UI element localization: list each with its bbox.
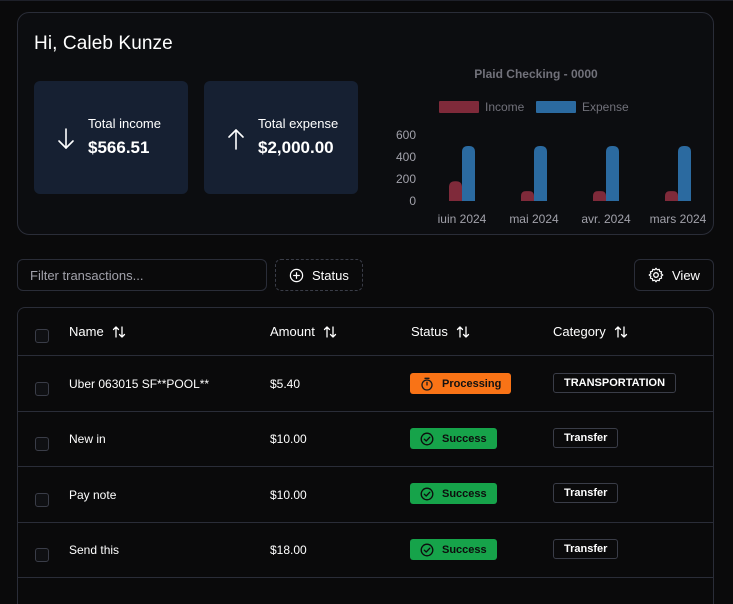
column-header-name[interactable]: Name xyxy=(69,324,126,339)
timer-icon xyxy=(421,377,433,391)
row-checkbox[interactable] xyxy=(35,548,49,562)
total-expense-label: Total expense xyxy=(258,116,339,131)
row-checkbox[interactable] xyxy=(35,437,49,451)
income-bar xyxy=(521,191,534,201)
status-badge-label: Success xyxy=(442,432,487,445)
x-tick-label: avr. 2024 xyxy=(581,212,631,223)
transaction-name: Send this xyxy=(69,543,120,557)
view-options-button[interactable]: View xyxy=(634,259,714,291)
table-row[interactable]: Uber 063015 SF**POOL** $5.40 Processing … xyxy=(18,356,713,412)
transaction-name: Uber 063015 SF**POOL** xyxy=(69,377,210,391)
table-row[interactable]: Pay note $10.00 Success Transfer xyxy=(18,467,713,523)
transaction-name: New in xyxy=(69,432,106,446)
status-filter-button[interactable]: Status xyxy=(275,259,363,291)
status-badge: Processing xyxy=(410,373,512,394)
sort-icon xyxy=(456,325,470,338)
transactions-table: Name Amount Status Category Uber 063015 … xyxy=(17,307,714,604)
income-expense-chart: Plaid Checking - 0000 Income Expense 0 20… xyxy=(396,67,706,223)
page-top-edge xyxy=(0,0,733,1)
x-tick-label: juin 2024 xyxy=(437,212,487,223)
x-tick-label: mars 2024 xyxy=(650,212,706,223)
transaction-amount: $18.00 xyxy=(270,543,307,557)
category-tag: TRANSPORTATION xyxy=(553,373,677,393)
legend-swatch-expense xyxy=(536,101,576,113)
status-badge: Success xyxy=(410,428,497,449)
check-circle-icon xyxy=(420,432,434,445)
status-filter-label: Status xyxy=(312,267,349,283)
y-tick-label: 400 xyxy=(396,150,416,164)
income-bar xyxy=(665,191,678,201)
chart-title: Plaid Checking - 0000 xyxy=(474,67,598,81)
sort-icon xyxy=(323,325,336,338)
income-bar xyxy=(593,191,606,201)
check-circle-icon xyxy=(420,487,434,500)
expense-bar xyxy=(606,146,619,201)
row-checkbox[interactable] xyxy=(35,493,49,507)
table-header-row: Name Amount Status Category xyxy=(18,308,713,356)
y-tick-label: 0 xyxy=(409,194,416,208)
column-header-amount[interactable]: Amount xyxy=(270,324,337,339)
y-tick-label: 600 xyxy=(396,128,416,142)
status-badge-label: Success xyxy=(442,487,487,500)
category-tag: Transfer xyxy=(553,539,619,559)
arrow-up-icon xyxy=(228,129,244,150)
total-income-label: Total income xyxy=(88,116,161,131)
y-tick-label: 200 xyxy=(396,172,416,186)
select-all-checkbox[interactable] xyxy=(35,329,49,343)
plus-circle-icon xyxy=(289,268,304,282)
expense-bar xyxy=(534,146,547,201)
status-badge: Success xyxy=(410,539,497,560)
table-row[interactable]: New in $10.00 Success Transfer xyxy=(18,412,713,467)
x-tick-label: mai 2024 xyxy=(509,212,559,223)
total-expense-value: $2,000.00 xyxy=(258,138,334,157)
column-header-category[interactable]: Category xyxy=(553,324,628,339)
income-bar xyxy=(449,181,462,201)
greeting: Hi, Caleb Kunze xyxy=(34,33,173,54)
transaction-amount: $10.00 xyxy=(270,432,307,446)
status-badge-label: Processing xyxy=(442,377,502,390)
column-header-label: Category xyxy=(553,324,606,339)
gear-icon xyxy=(648,267,664,283)
filter-transactions-input[interactable] xyxy=(17,259,267,291)
summary-card: Hi, Caleb Kunze Total income $566.51 Tot… xyxy=(17,12,714,235)
transaction-name: Pay note xyxy=(69,488,117,502)
expense-bar xyxy=(678,146,691,201)
column-header-label: Name xyxy=(69,324,104,339)
status-badge: Success xyxy=(410,483,497,504)
category-tag: Transfer xyxy=(553,483,619,503)
table-row[interactable]: Send this $18.00 Success Transfer xyxy=(18,523,713,578)
view-options-label: View xyxy=(672,267,700,283)
legend-label-income: Income xyxy=(485,100,525,114)
transaction-amount: $5.40 xyxy=(270,377,301,391)
arrow-down-icon xyxy=(58,128,74,149)
category-tag: Transfer xyxy=(553,428,619,448)
column-header-label: Amount xyxy=(270,324,315,339)
column-header-status[interactable]: Status xyxy=(411,324,470,339)
expense-bar xyxy=(462,146,475,201)
status-badge-label: Success xyxy=(442,543,487,556)
row-checkbox[interactable] xyxy=(35,382,49,396)
legend-swatch-income xyxy=(439,101,479,113)
legend-label-expense: Expense xyxy=(582,100,629,114)
sort-icon xyxy=(614,325,627,338)
total-income-value: $566.51 xyxy=(88,138,150,157)
column-header-label: Status xyxy=(411,324,448,339)
sort-icon xyxy=(112,325,125,338)
total-expense-card: Total expense $2,000.00 xyxy=(204,81,358,194)
total-income-card: Total income $566.51 xyxy=(34,81,188,194)
transaction-amount: $10.00 xyxy=(270,488,307,502)
check-circle-icon xyxy=(420,543,434,556)
